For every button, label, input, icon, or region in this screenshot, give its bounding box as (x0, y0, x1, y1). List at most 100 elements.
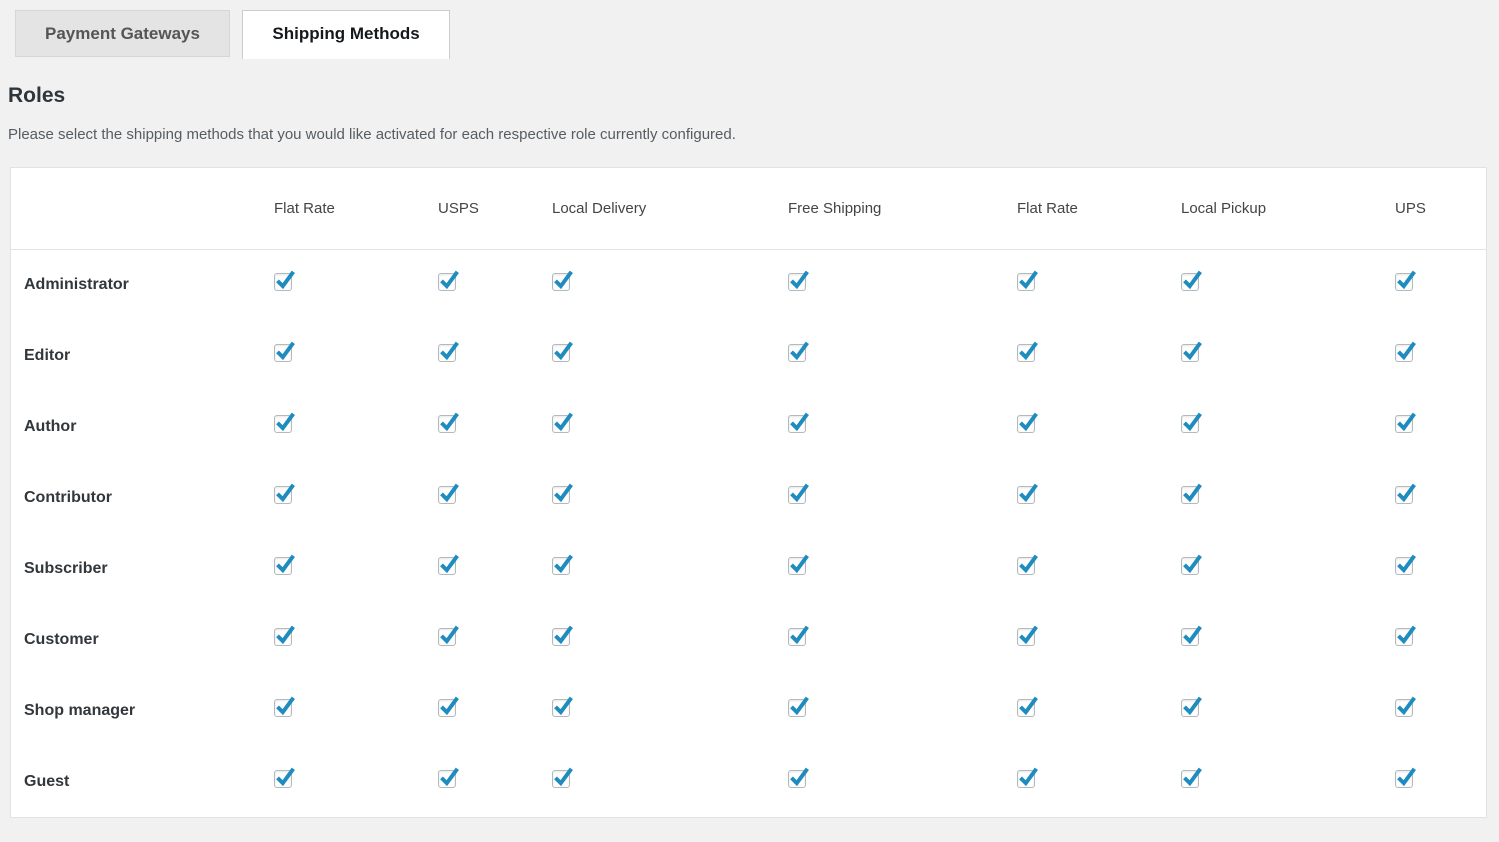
shipping-method-checkbox[interactable] (1181, 344, 1199, 362)
shipping-method-checkbox[interactable] (274, 273, 292, 291)
check-icon (438, 624, 460, 646)
shipping-method-checkbox[interactable] (1017, 273, 1035, 291)
shipping-method-checkbox[interactable] (788, 415, 806, 433)
checkbox-cell (552, 249, 788, 320)
table-header-row: Flat RateUSPSLocal DeliveryFree Shipping… (11, 168, 1486, 249)
check-icon (552, 624, 574, 646)
shipping-method-checkbox[interactable] (552, 344, 570, 362)
checkbox-cell (1181, 249, 1395, 320)
shipping-method-checkbox[interactable] (788, 628, 806, 646)
shipping-method-checkbox[interactable] (438, 699, 456, 717)
shipping-method-checkbox[interactable] (788, 486, 806, 504)
checkbox-cell (552, 746, 788, 817)
shipping-method-checkbox[interactable] (1181, 557, 1199, 575)
shipping-method-checkbox[interactable] (438, 415, 456, 433)
shipping-method-checkbox[interactable] (1017, 770, 1035, 788)
checkbox-cell (274, 604, 438, 675)
checkbox-cell (1181, 320, 1395, 391)
shipping-method-checkbox[interactable] (1395, 699, 1413, 717)
shipping-method-checkbox[interactable] (438, 628, 456, 646)
shipping-method-checkbox[interactable] (1017, 486, 1035, 504)
shipping-method-checkbox[interactable] (274, 486, 292, 504)
shipping-method-checkbox[interactable] (1181, 415, 1199, 433)
checkbox-cell (788, 604, 1017, 675)
shipping-method-checkbox[interactable] (438, 770, 456, 788)
shipping-method-checkbox[interactable] (788, 699, 806, 717)
check-icon (274, 553, 296, 575)
checkbox-cell (552, 320, 788, 391)
shipping-method-checkbox[interactable] (1395, 628, 1413, 646)
shipping-method-checkbox[interactable] (1395, 770, 1413, 788)
checkbox-cell (1181, 675, 1395, 746)
shipping-method-checkbox[interactable] (552, 557, 570, 575)
column-header-local-pickup: Local Pickup (1181, 168, 1395, 249)
shipping-method-checkbox[interactable] (274, 699, 292, 717)
check-icon (1395, 269, 1417, 291)
shipping-method-checkbox[interactable] (274, 415, 292, 433)
column-header-free-shipping: Free Shipping (788, 168, 1017, 249)
role-label: Customer (11, 604, 274, 675)
shipping-method-checkbox[interactable] (1181, 486, 1199, 504)
checkbox-cell (1017, 604, 1181, 675)
checkbox-cell (438, 746, 552, 817)
check-icon (788, 695, 810, 717)
shipping-method-checkbox[interactable] (274, 557, 292, 575)
tab-payment-gateways[interactable]: Payment Gateways (15, 10, 230, 57)
check-icon (552, 553, 574, 575)
shipping-method-checkbox[interactable] (274, 770, 292, 788)
check-icon (1395, 340, 1417, 362)
checkbox-cell (788, 462, 1017, 533)
checkbox-cell (788, 533, 1017, 604)
checkbox-cell (1017, 391, 1181, 462)
check-icon (274, 695, 296, 717)
shipping-method-checkbox[interactable] (552, 273, 570, 291)
shipping-method-checkbox[interactable] (1395, 557, 1413, 575)
checkbox-cell (1395, 675, 1486, 746)
shipping-method-checkbox[interactable] (1395, 273, 1413, 291)
check-icon (1017, 624, 1039, 646)
checkbox-cell (788, 320, 1017, 391)
check-icon (552, 766, 574, 788)
shipping-method-checkbox[interactable] (1181, 628, 1199, 646)
shipping-method-checkbox[interactable] (1017, 415, 1035, 433)
shipping-method-checkbox[interactable] (788, 770, 806, 788)
checkbox-cell (788, 746, 1017, 817)
shipping-method-checkbox[interactable] (552, 415, 570, 433)
shipping-method-checkbox[interactable] (438, 344, 456, 362)
shipping-method-checkbox[interactable] (788, 273, 806, 291)
role-label: Editor (11, 320, 274, 391)
shipping-method-checkbox[interactable] (1395, 415, 1413, 433)
tab-shipping-methods[interactable]: Shipping Methods (242, 10, 449, 59)
check-icon (1181, 340, 1203, 362)
shipping-method-checkbox[interactable] (1017, 557, 1035, 575)
shipping-method-checkbox[interactable] (1017, 699, 1035, 717)
shipping-method-checkbox[interactable] (274, 344, 292, 362)
shipping-method-checkbox[interactable] (1017, 628, 1035, 646)
table-row-administrator: Administrator (11, 249, 1486, 320)
checkbox-cell (788, 249, 1017, 320)
shipping-method-checkbox[interactable] (1395, 344, 1413, 362)
shipping-method-checkbox[interactable] (1181, 273, 1199, 291)
check-icon (1017, 340, 1039, 362)
checkbox-cell (1181, 533, 1395, 604)
shipping-method-checkbox[interactable] (788, 557, 806, 575)
shipping-method-checkbox[interactable] (438, 273, 456, 291)
shipping-method-checkbox[interactable] (552, 486, 570, 504)
shipping-method-checkbox[interactable] (438, 486, 456, 504)
checkbox-cell (274, 675, 438, 746)
shipping-method-checkbox[interactable] (552, 699, 570, 717)
shipping-method-checkbox[interactable] (1395, 486, 1413, 504)
shipping-method-checkbox[interactable] (788, 344, 806, 362)
table-row-shop-manager: Shop manager (11, 675, 1486, 746)
shipping-method-checkbox[interactable] (1017, 344, 1035, 362)
shipping-method-checkbox[interactable] (552, 770, 570, 788)
shipping-method-checkbox[interactable] (1181, 770, 1199, 788)
checkbox-cell (1017, 462, 1181, 533)
shipping-method-checkbox[interactable] (274, 628, 292, 646)
table-row-subscriber: Subscriber (11, 533, 1486, 604)
shipping-method-checkbox[interactable] (1181, 699, 1199, 717)
checkbox-cell (552, 533, 788, 604)
check-icon (1181, 695, 1203, 717)
shipping-method-checkbox[interactable] (438, 557, 456, 575)
shipping-method-checkbox[interactable] (552, 628, 570, 646)
